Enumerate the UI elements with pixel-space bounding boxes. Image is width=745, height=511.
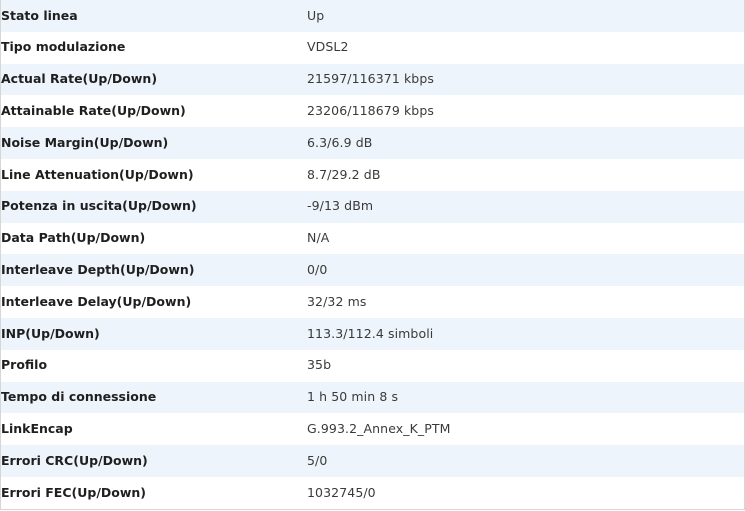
dsl-status-panel: Stato linea Up Tipo modulazione VDSL2 Ac…	[0, 0, 745, 510]
row-label-attainable-rate: Attainable Rate(Up/Down)	[1, 103, 186, 119]
row-value-stato-linea: Up	[307, 7, 325, 23]
row-label-stato-linea: Stato linea	[1, 7, 78, 23]
table-row: Errori FEC(Up/Down) 1032745/0	[1, 476, 744, 509]
row-label-line-attenuation: Line Attenuation(Up/Down)	[1, 166, 194, 182]
table-row: Tempo di connessione 1 h 50 min 8 s	[1, 381, 744, 414]
table-row: Line Attenuation(Up/Down) 8.7/29.2 dB	[1, 158, 744, 191]
row-label-data-path: Data Path(Up/Down)	[1, 230, 146, 246]
row-label-profilo: Profilo	[1, 357, 48, 373]
row-value-errori-crc: 5/0	[307, 452, 328, 468]
row-label-tipo-modulazione: Tipo modulazione	[1, 39, 126, 55]
row-label-errori-crc: Errori CRC(Up/Down)	[1, 452, 148, 468]
row-label-potenza-in-uscita: Potenza in uscita(Up/Down)	[1, 198, 197, 214]
row-label-interleave-depth: Interleave Depth(Up/Down)	[1, 262, 195, 278]
row-label-linkencap: LinkEncap	[1, 421, 73, 436]
row-value-errori-fec: 1032745/0	[307, 484, 376, 500]
table-row: Noise Margin(Up/Down) 6.3/6.9 dB	[1, 127, 744, 159]
row-label-inp: INP(Up/Down)	[1, 325, 100, 341]
table-row: Data Path(Up/Down) N/A	[1, 222, 744, 255]
table-row: LinkEncap G.993.2_Annex_K_PTM	[1, 413, 744, 446]
row-value-attainable-rate: 23206/118679 kbps	[307, 103, 434, 119]
row-value-interleave-depth: 0/0	[307, 262, 328, 278]
row-label-interleave-delay: Interleave Delay(Up/Down)	[1, 293, 192, 309]
row-value-line-attenuation: 8.7/29.2 dB	[307, 166, 381, 182]
table-row: INP(Up/Down) 113.3/112.4 simboli	[1, 317, 744, 350]
row-label-noise-margin: Noise Margin(Up/Down)	[1, 134, 169, 150]
table-row: Stato linea Up	[1, 0, 744, 32]
table-row: Profilo 35b	[1, 349, 744, 382]
row-label-actual-rate: Actual Rate(Up/Down)	[1, 71, 158, 87]
table-row: Errori CRC(Up/Down) 5/0	[1, 445, 744, 477]
table-row: Tipo modulazione VDSL2	[1, 31, 744, 64]
row-value-linkencap: G.993.2_Annex_K_PTM	[307, 421, 451, 436]
table-row: Actual Rate(Up/Down) 21597/116371 kbps	[1, 63, 744, 96]
row-value-actual-rate: 21597/116371 kbps	[307, 71, 434, 87]
table-row: Interleave Depth(Up/Down) 0/0	[1, 254, 744, 287]
row-label-tempo-di-connessione: Tempo di connessione	[1, 389, 157, 405]
line-status-table-body: Stato linea Up Tipo modulazione VDSL2 Ac…	[1, 0, 744, 509]
row-label-errori-fec: Errori FEC(Up/Down)	[1, 484, 147, 500]
table-row: Potenza in uscita(Up/Down) -9/13 dBm	[1, 190, 744, 223]
row-value-tempo-di-connessione: 1 h 50 min 8 s	[307, 389, 399, 405]
row-value-interleave-delay: 32/32 ms	[307, 293, 367, 309]
row-value-noise-margin: 6.3/6.9 dB	[307, 134, 373, 150]
row-value-potenza-in-uscita: -9/13 dBm	[307, 198, 374, 214]
row-value-tipo-modulazione: VDSL2	[307, 39, 349, 55]
table-row: Interleave Delay(Up/Down) 32/32 ms	[1, 286, 744, 318]
table-row: Attainable Rate(Up/Down) 23206/118679 kb…	[1, 95, 744, 128]
row-value-profilo: 35b	[307, 357, 332, 373]
row-value-inp: 113.3/112.4 simboli	[307, 325, 434, 341]
row-value-data-path: N/A	[307, 230, 330, 246]
line-status-table: Stato linea Up Tipo modulazione VDSL2 Ac…	[1, 0, 744, 509]
